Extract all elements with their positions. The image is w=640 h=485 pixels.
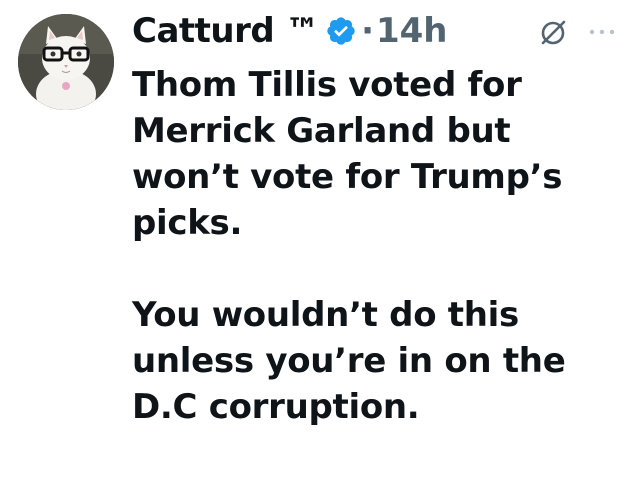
tweet-header: Catturd ™ · 14h — [132, 8, 448, 54]
grok-icon[interactable] — [538, 18, 568, 48]
display-name[interactable]: Catturd ™ — [132, 11, 320, 51]
timestamp[interactable]: 14h — [376, 11, 448, 51]
separator-dot: · — [361, 11, 374, 51]
more-options-icon[interactable] — [584, 20, 620, 44]
tweet: Catturd ™ · 14h Thom Tillis voted for Me… — [0, 0, 640, 485]
avatar[interactable] — [18, 14, 114, 110]
tweet-text: Thom Tillis voted for Merrick Garland bu… — [132, 65, 566, 427]
verified-badge-icon — [325, 15, 357, 47]
cat-with-glasses-avatar-image — [18, 14, 114, 110]
